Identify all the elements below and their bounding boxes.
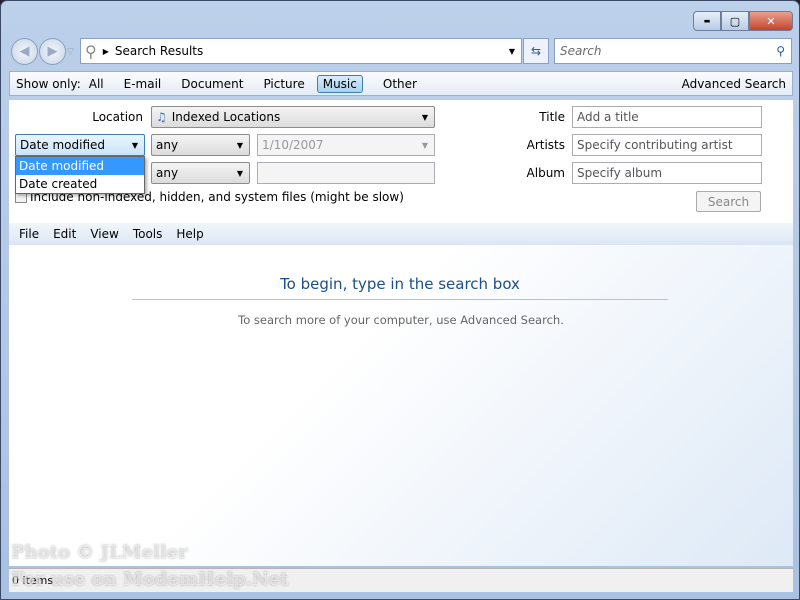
location-value: Indexed Locations [171, 110, 281, 124]
date-field-value: Date modified [20, 138, 106, 152]
empty-heading: To begin, type in the search box [132, 275, 668, 300]
filter-bar: Show only: All E-mail Document Picture M… [9, 71, 793, 96]
search-placeholder: Search [560, 44, 602, 58]
location-label: Location [92, 110, 143, 124]
condition-value-2: any [156, 166, 179, 180]
album-input[interactable]: Specify album [572, 162, 762, 184]
refresh-icon: ⇆ [530, 44, 542, 58]
menu-view[interactable]: View [90, 227, 118, 241]
date-value-1: 1/10/2007 [262, 138, 324, 152]
back-button[interactable]: ◀ [11, 38, 38, 65]
menu-bar: File Edit View Tools Help [9, 223, 793, 245]
forward-button[interactable]: ▶ [39, 38, 66, 65]
filter-email[interactable]: E-mail [124, 77, 162, 91]
empty-subtext: To search more of your computer, use Adv… [238, 313, 564, 327]
condition-select-1[interactable]: any ▼ [151, 134, 250, 156]
condition-select-2[interactable]: any ▼ [151, 162, 250, 184]
advanced-search-button[interactable]: Advanced Search [682, 77, 786, 91]
show-only-label: Show only: [16, 76, 81, 91]
search-input[interactable]: Search ⚲ [554, 38, 792, 64]
date-field-dropdown: Date modified Date created [15, 156, 145, 194]
navigation: ◀ ▶ ▽ [11, 38, 74, 65]
filter-other[interactable]: Other [383, 77, 417, 91]
filter-picture[interactable]: Picture [263, 77, 304, 91]
close-button[interactable]: ✕ [749, 11, 793, 31]
results-pane: To begin, type in the search box To sear… [9, 245, 793, 566]
filter-music[interactable]: Music [316, 74, 363, 93]
content-area: Location ♫ Indexed Locations ▼ Date modif… [9, 100, 793, 566]
watermark-line-2: For use on ModemHelp.Net [11, 569, 289, 590]
watermark-line-1: Photo © JLMeller [11, 542, 188, 563]
recent-pages-icon[interactable]: ▽ [67, 47, 74, 57]
album-label: Album [526, 166, 565, 180]
date-picker-2[interactable] [257, 162, 435, 184]
menu-help[interactable]: Help [176, 227, 203, 241]
artists-input[interactable]: Specify contributing artist [572, 134, 762, 156]
address-dropdown-icon[interactable]: ▼ [509, 47, 515, 56]
option-date-created[interactable]: Date created [16, 175, 144, 193]
refresh-button[interactable]: ⇆ [523, 38, 549, 64]
filter-all[interactable]: All [89, 77, 104, 91]
indexed-locations-icon: ♫ [156, 110, 167, 124]
option-date-modified[interactable]: Date modified [16, 157, 144, 175]
search-folder-icon: ⚲ [85, 41, 97, 61]
search-button[interactable]: Search [696, 191, 761, 212]
date-picker-1[interactable]: 1/10/2007 ▼ [257, 134, 435, 156]
filter-document[interactable]: Document [181, 77, 243, 91]
condition-value-1: any [156, 138, 179, 152]
maximize-button[interactable]: ▢ [721, 11, 749, 31]
title-input[interactable]: Add a title [572, 106, 762, 128]
search-icon[interactable]: ⚲ [776, 44, 785, 58]
menu-tools[interactable]: Tools [133, 227, 163, 241]
search-window: ▬ ▢ ✕ ◀ ▶ ▽ ⚲ ▶ Search Results ▼ ⇆ Searc… [0, 0, 800, 600]
breadcrumb[interactable]: Search Results [115, 44, 203, 58]
artists-label: Artists [526, 138, 565, 152]
minimize-button[interactable]: ▬ [693, 11, 721, 31]
menu-edit[interactable]: Edit [53, 227, 76, 241]
location-select[interactable]: ♫ Indexed Locations ▼ [151, 106, 435, 128]
title-label: Title [539, 110, 565, 124]
caption-buttons: ▬ ▢ ✕ [693, 11, 793, 31]
address-bar[interactable]: ⚲ ▶ Search Results ▼ [80, 38, 522, 64]
date-field-select[interactable]: Date modified ▼ [15, 134, 145, 156]
breadcrumb-arrow-icon[interactable]: ▶ [103, 47, 109, 56]
menu-file[interactable]: File [19, 227, 39, 241]
